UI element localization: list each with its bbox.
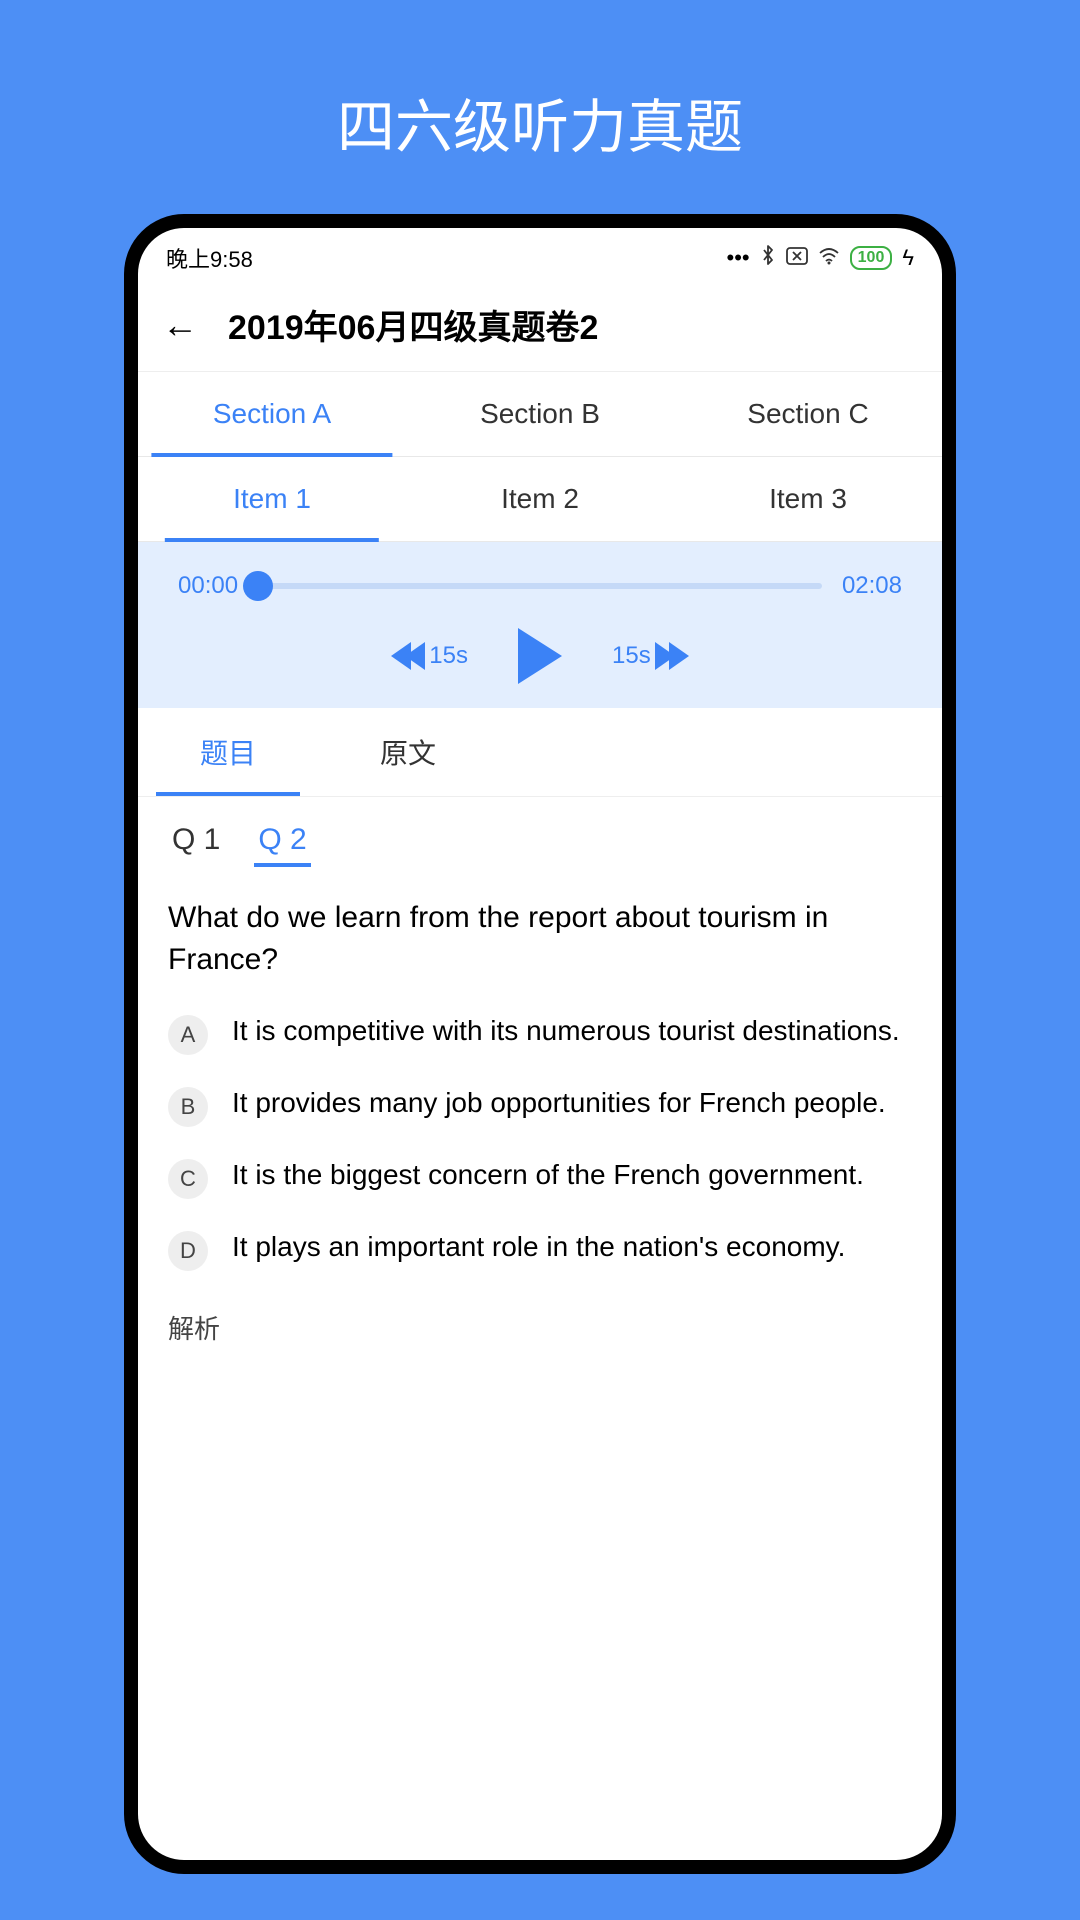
tab-item-1[interactable]: Item 1: [138, 457, 406, 541]
question-area: Q 1 Q 2 What do we learn from the report…: [138, 796, 942, 1366]
promo-title: 四六级听力真题: [0, 0, 1080, 214]
back-arrow-icon[interactable]: ←: [162, 304, 198, 346]
forward-15s-button[interactable]: 15s: [612, 642, 689, 670]
option-b[interactable]: B It provides many job opportunities for…: [168, 1083, 912, 1127]
charging-icon: ϟ: [902, 245, 914, 271]
tab-section-b[interactable]: Section B: [406, 372, 674, 456]
close-box-icon: [786, 245, 808, 271]
tab-question[interactable]: 题目: [138, 708, 318, 796]
rewind-15s-button[interactable]: 15s: [391, 642, 468, 670]
status-time: 晚上9:58: [166, 242, 253, 274]
tab-q2[interactable]: Q 2: [254, 817, 310, 867]
player-controls: 15s 15s: [178, 628, 902, 684]
option-badge: B: [168, 1087, 208, 1127]
section-tabs: Section A Section B Section C: [138, 372, 942, 457]
option-text: It plays an important role in the nation…: [232, 1227, 845, 1266]
item-tabs: Item 1 Item 2 Item 3: [138, 457, 942, 542]
option-badge: D: [168, 1231, 208, 1271]
more-icon: •••: [727, 245, 750, 271]
status-icons: ••• 100 ϟ: [727, 244, 914, 272]
phone-frame: 晚上9:58 ••• 100 ϟ ← 2019年06月四级真题卷2 S: [124, 214, 956, 1874]
tab-item-3[interactable]: Item 3: [674, 457, 942, 541]
tab-q1[interactable]: Q 1: [168, 817, 224, 867]
tab-item-2[interactable]: Item 2: [406, 457, 674, 541]
bluetooth-icon: [760, 244, 776, 272]
option-d[interactable]: D It plays an important role in the nati…: [168, 1227, 912, 1271]
option-badge: C: [168, 1159, 208, 1199]
current-time: 00:00: [178, 572, 238, 600]
tab-transcript[interactable]: 原文: [318, 708, 498, 796]
audio-player: 00:00 02:08 15s 15s: [138, 542, 942, 708]
tab-section-c[interactable]: Section C: [674, 372, 942, 456]
status-bar: 晚上9:58 ••• 100 ϟ: [138, 228, 942, 282]
option-a[interactable]: A It is competitive with its numerous to…: [168, 1011, 912, 1055]
option-text: It provides many job opportunities for F…: [232, 1083, 886, 1122]
option-badge: A: [168, 1015, 208, 1055]
option-text: It is competitive with its numerous tour…: [232, 1011, 900, 1050]
rewind-label: 15s: [429, 642, 468, 670]
battery-icon: 100: [850, 246, 893, 270]
forward-icon: [661, 642, 689, 670]
rewind-icon: [391, 642, 419, 670]
analysis-label[interactable]: 解析: [168, 1299, 912, 1346]
app-header: ← 2019年06月四级真题卷2: [138, 282, 942, 372]
option-text: It is the biggest concern of the French …: [232, 1155, 864, 1194]
question-text: What do we learn from the report about t…: [168, 897, 912, 981]
option-c[interactable]: C It is the biggest concern of the Frenc…: [168, 1155, 912, 1199]
audio-progress-bar[interactable]: [258, 583, 822, 589]
question-number-tabs: Q 1 Q 2: [168, 817, 912, 867]
forward-label: 15s: [612, 642, 651, 670]
phone-screen: 晚上9:58 ••• 100 ϟ ← 2019年06月四级真题卷2 S: [138, 228, 942, 1860]
audio-progress-row: 00:00 02:08: [178, 572, 902, 600]
total-time: 02:08: [842, 572, 902, 600]
wifi-icon: [818, 245, 840, 271]
content-tabs: 题目 原文: [138, 708, 942, 796]
play-button[interactable]: [518, 628, 562, 684]
page-title: 2019年06月四级真题卷2: [228, 300, 918, 349]
progress-thumb[interactable]: [243, 571, 273, 601]
tab-section-a[interactable]: Section A: [138, 372, 406, 456]
